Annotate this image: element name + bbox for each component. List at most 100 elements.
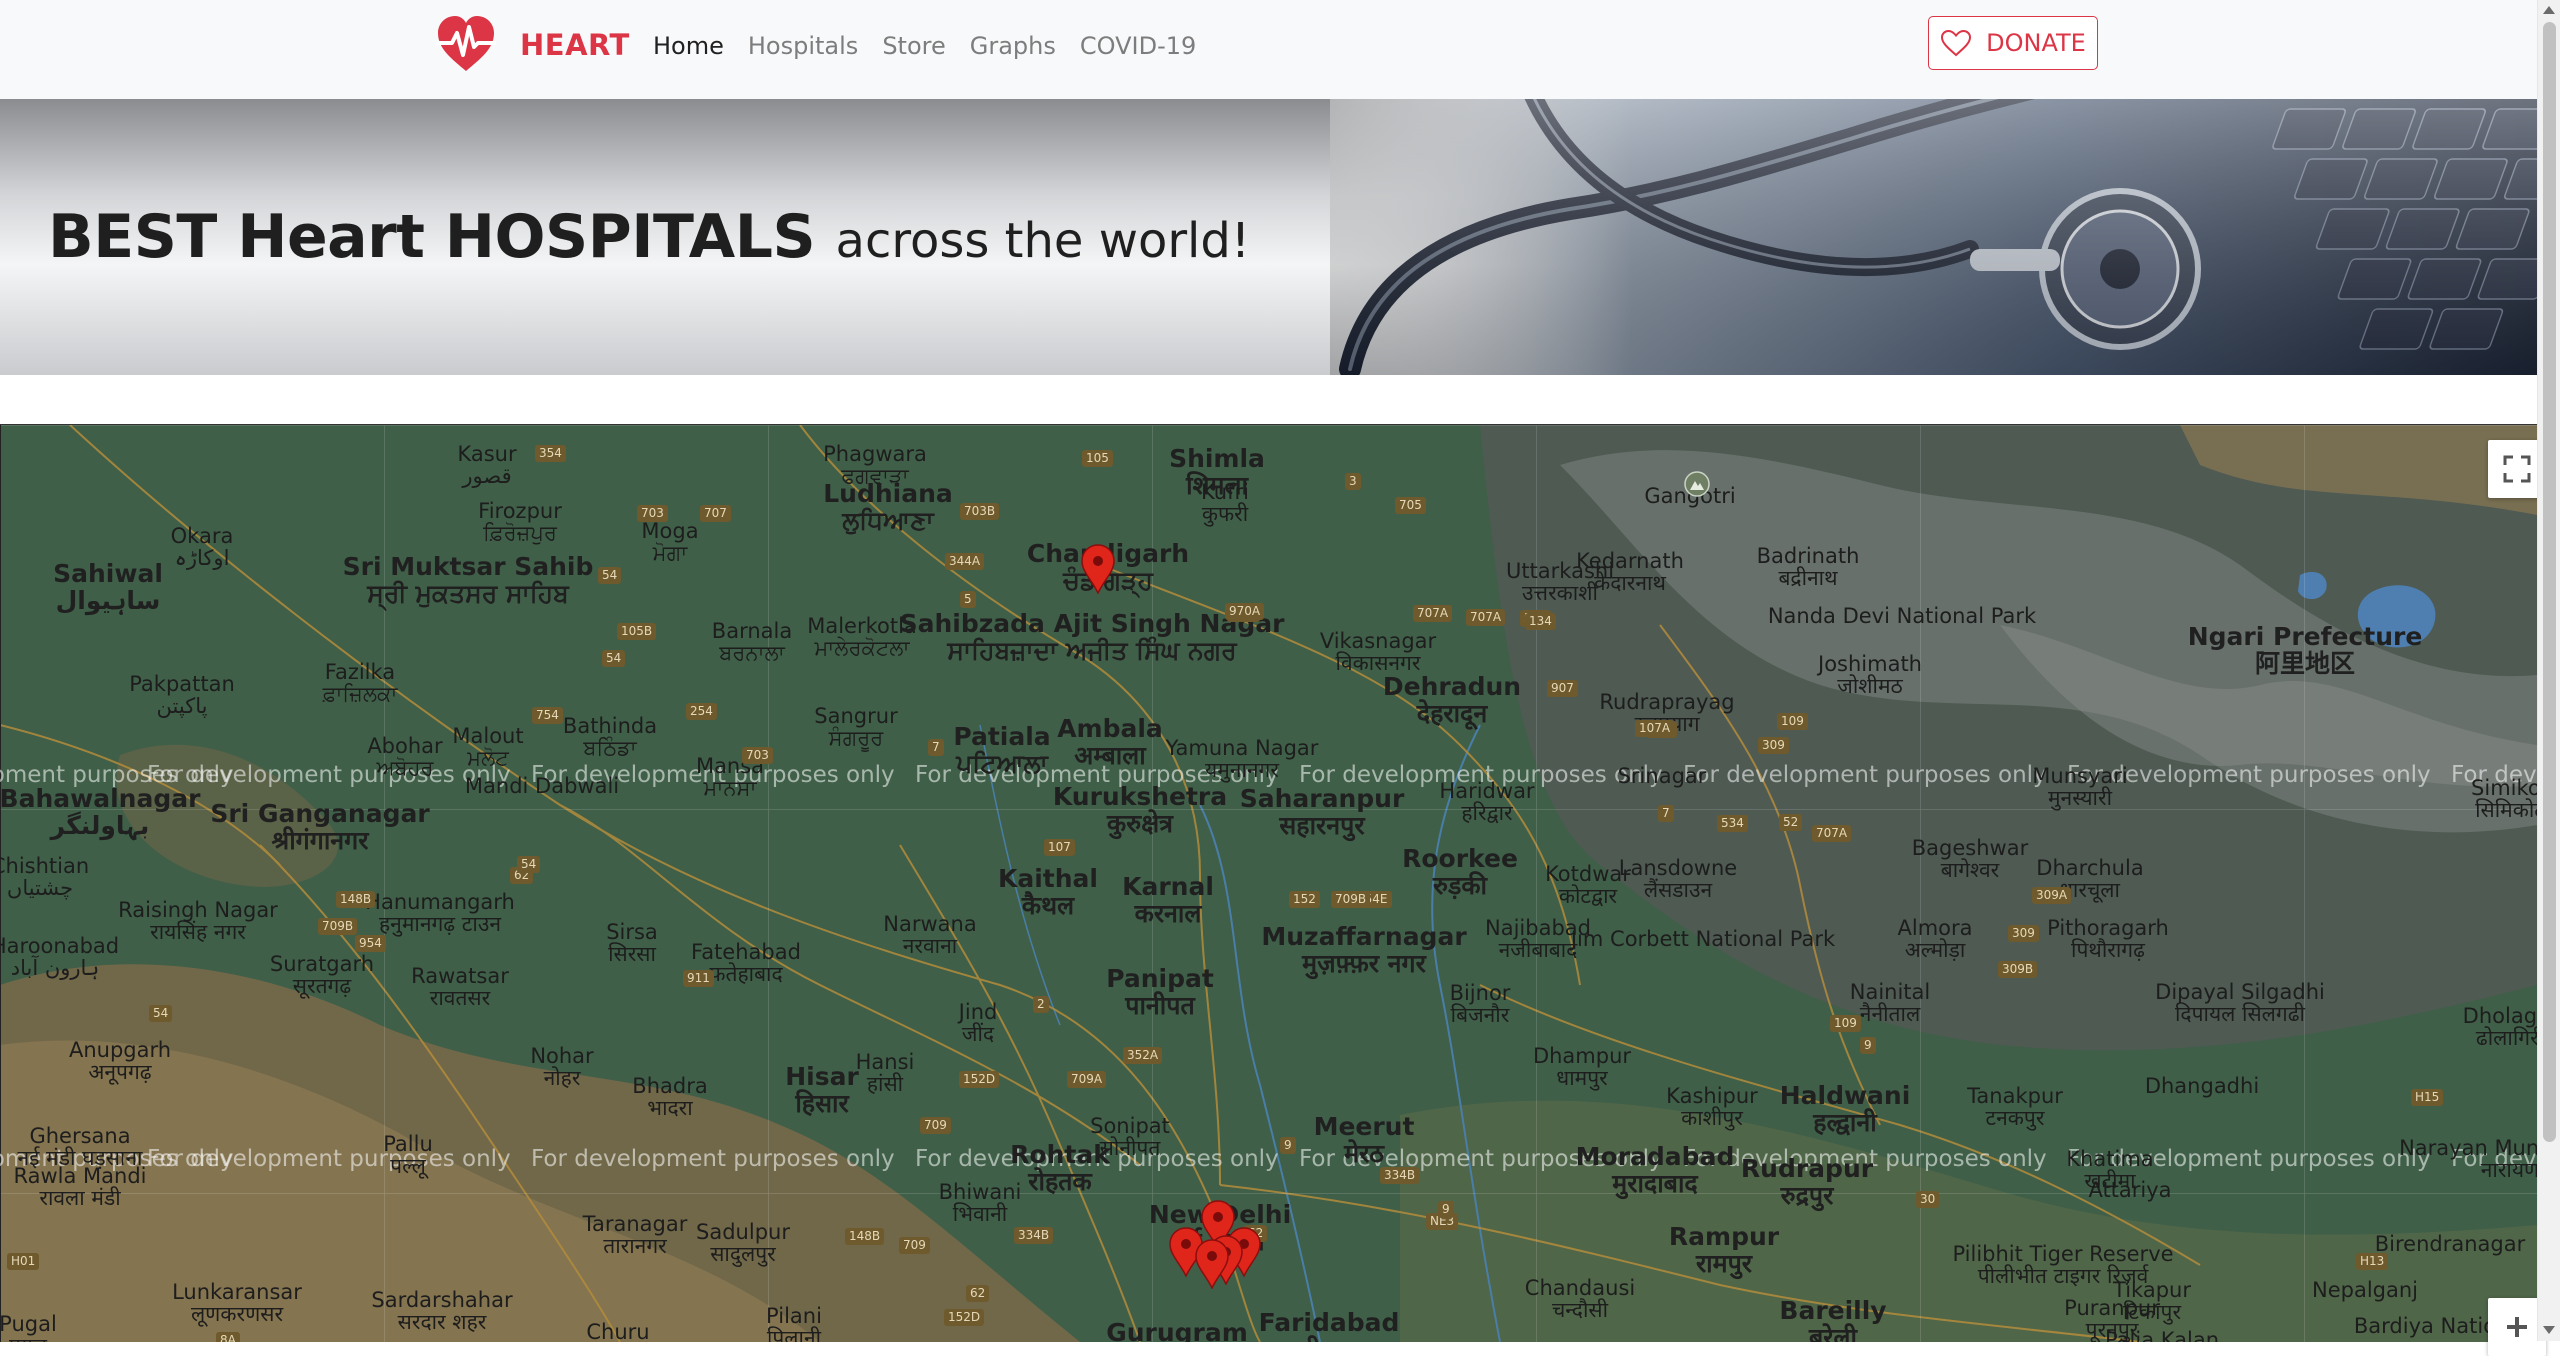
city-local-name: ਮੋਗਾ [652, 541, 688, 565]
city-name: Hansi [855, 1050, 915, 1074]
road-shield: 352A [1123, 1047, 1163, 1064]
city-name: Meerut [1313, 1112, 1415, 1141]
city-name: Rudraprayag [1599, 690, 1735, 714]
city-local-name: करनाल [1134, 899, 1202, 928]
city-local-name: ਫ਼ਾਜ਼ਿਲਕਾ [322, 682, 398, 706]
city-local-name: ਸ੍ਰੀ ਮੁਕਤਸਰ ਸਾਹਿਬ [367, 579, 569, 608]
city-name: Firozpur [478, 499, 562, 523]
nav-link-graphs[interactable]: Graphs [970, 30, 1056, 62]
city-local-name: नोहर [543, 1066, 581, 1090]
road-shield: 344A [945, 553, 985, 570]
city-local-name: टनकपुर [1985, 1106, 2045, 1130]
city-label: Churuचूरू [586, 1321, 649, 1342]
city-name: Jim Corbett National Park [1570, 927, 1836, 951]
city-local-name: सादुलपुर [710, 1242, 776, 1266]
city-name: Rawatsar [411, 964, 509, 988]
city-label: Bageshwar बागेश्वर [1912, 837, 2028, 881]
road-shield: 152 [1289, 891, 1320, 908]
city-label: Rawla Mandi रावला मंडी [13, 1165, 146, 1209]
city-label: Sahiwal ساہیوال [53, 560, 163, 614]
city-name: Fazilka [324, 660, 396, 684]
city-label: Rohtak रोहतक [1010, 1141, 1110, 1195]
city-name: Mandi Dabwali [464, 774, 620, 798]
city-local-name: ਬਠਿੰਡਾ [583, 736, 637, 760]
city-label: Almora अल्मोड़ा [1897, 917, 1972, 961]
road-shield: 5 [960, 591, 976, 608]
nav-link-covid19[interactable]: COVID-19 [1080, 30, 1196, 62]
city-label: Kedarnath केदारनाथ [1576, 550, 1684, 594]
city-name: Bathinda [562, 714, 658, 738]
city-name: Panipat [1106, 964, 1214, 993]
watermark: For development purposes only [531, 1146, 895, 1172]
city-name: Taranagar [582, 1212, 688, 1236]
city-name: Fatehabad [691, 940, 801, 964]
road-shield: 107 [1044, 839, 1075, 856]
hospital-marker[interactable] [1080, 544, 1116, 594]
city-name: Simikot [2471, 776, 2537, 800]
road-shield: 354 [535, 445, 566, 462]
city-local-name: सहारनपुर [1279, 811, 1365, 840]
city-local-name: रावतसर [429, 986, 491, 1010]
scroll-up-arrow-icon[interactable] [2543, 6, 2555, 14]
city-name: Karnal [1122, 872, 1214, 901]
scroll-down-arrow-icon[interactable] [2543, 1326, 2555, 1334]
road-shield: 107A [1635, 720, 1675, 737]
nav-link-store[interactable]: Store [882, 30, 945, 62]
city-name: Sirsa [606, 920, 658, 944]
city-label: Barnala ਬਰਨਾਲਾ [712, 620, 792, 664]
road-shield: 707A [1812, 825, 1852, 842]
watermark: For development purposes only [147, 1146, 511, 1172]
city-label: Nepalganj [2312, 1279, 2418, 1301]
city-name: Pugal [0, 1312, 57, 1336]
road-shield: 7 [928, 739, 944, 756]
city-local-name: केदारनाथ [1594, 571, 1666, 595]
donate-button[interactable]: DONATE [1928, 16, 2098, 70]
city-label: Nanda Devi National Park [1768, 605, 2036, 627]
city-local-name: नारायण [2480, 1158, 2537, 1182]
road-shield: 9 [1438, 1201, 1454, 1218]
city-local-name: मुरादाबाद [1612, 1169, 1698, 1198]
road-shield: 109 [1830, 1015, 1861, 1032]
city-label: Okara اوکاڑہ [171, 525, 234, 569]
city-local-name: नरवाना [902, 934, 958, 958]
city-local-name: اوکاڑہ [174, 546, 230, 570]
hospital-marker[interactable] [1194, 1239, 1230, 1289]
city-label: Yamuna Nagar यमुनानगर [1166, 737, 1319, 781]
city-local-name: ਪਟਿਆਲਾ [956, 749, 1048, 778]
page-scrollbar[interactable] [2537, 0, 2560, 1341]
city-local-name: मेरठ [1344, 1139, 1384, 1168]
nav-link-hospitals[interactable]: Hospitals [748, 30, 858, 62]
city-name: Barnala [711, 619, 793, 643]
city-local-name: चन्दौसी [1551, 1298, 1609, 1322]
city-label: Sirsa सिरसा [606, 921, 658, 965]
city-name: Anupgarh [68, 1038, 172, 1062]
city-label: Palia Kalanपलिया कलां [2105, 1329, 2219, 1342]
city-name: Pilibhit Tiger Reserve [1952, 1242, 2174, 1266]
city-name: Haldwani [1779, 1081, 1911, 1110]
road-shield: 703 [637, 505, 668, 522]
city-name: Sonipat [1090, 1114, 1170, 1138]
hospital-map[interactable]: For development purposes only For develo… [0, 424, 2537, 1342]
scroll-thumb[interactable] [2543, 22, 2556, 1142]
city-name: Hanumangarh [365, 890, 515, 914]
city-local-name: हल्द्वानी [1813, 1108, 1877, 1137]
nav-link-home[interactable]: Home [653, 30, 724, 62]
city-local-name: कैथल [1021, 891, 1075, 920]
city-name: Bageshwar [1911, 836, 2029, 860]
city-label: Anupgarh अनूपगढ़ [69, 1039, 171, 1083]
city-label: Rawatsar रावतसर [411, 965, 509, 1009]
hero-title: BEST Heart HOSPITALS across the world! [48, 199, 1250, 273]
navbar: HEART Home Hospitals Store Graphs COVID-… [0, 0, 2537, 100]
city-label: Vikasnagar विकासनगर [1320, 630, 1436, 674]
city-name: Moradabad [1575, 1142, 1735, 1171]
city-label: Saharanpur सहारनपुर [1240, 785, 1405, 839]
city-label: Jind जींद [959, 1001, 998, 1045]
road-shield: 134 [1525, 613, 1556, 630]
brand-link[interactable]: HEART [434, 12, 630, 78]
city-name: Muzaffarnagar [1261, 922, 1467, 951]
city-local-name: जींद [961, 1022, 995, 1046]
city-label: Bareilly बरेली [1779, 1297, 1886, 1342]
road-shield: 105 [1082, 450, 1113, 467]
city-name: Chandausi [1524, 1276, 1636, 1300]
city-label: Bhiwani भिवानी [939, 1181, 1022, 1225]
